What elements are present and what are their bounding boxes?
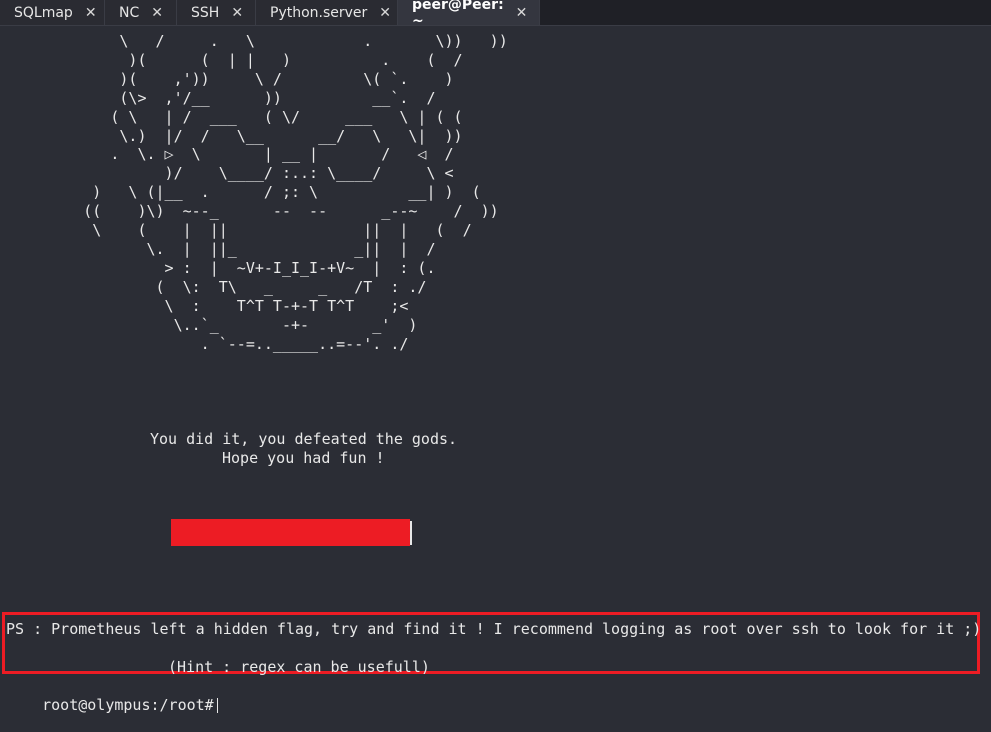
close-icon[interactable]: ✕: [231, 5, 243, 21]
tab-label: NC: [119, 4, 140, 21]
tab-label: peer@Peer: ~: [412, 0, 504, 29]
terminal-tab-bar: SQLmap ✕ NC ✕ SSH ✕ Python.server ✕ peer…: [0, 0, 991, 29]
prompt-text: root@olympus:/root#: [42, 696, 214, 714]
tab-nc[interactable]: NC ✕: [105, 0, 177, 25]
tab-peer[interactable]: peer@Peer: ~ ✕: [398, 0, 540, 29]
tab-label: Python.server: [270, 4, 368, 21]
shell-prompt[interactable]: root@olympus:/root#: [6, 678, 218, 732]
tab-sqlmap[interactable]: SQLmap ✕: [0, 0, 105, 25]
redacted-flag: [171, 519, 410, 546]
close-icon[interactable]: ✕: [85, 5, 97, 21]
ascii-art: \ / . \ . \)) )) )( ( | | ) . ( / )( ,')…: [83, 32, 508, 353]
ps-message: PS : Prometheus left a hidden flag, try …: [6, 620, 982, 638]
text-cursor: [216, 698, 218, 713]
terminal-output[interactable]: \ / . \ . \)) )) )( ( | | ) . ( / )( ,')…: [0, 26, 991, 714]
victory-message-2: Hope you had fun !: [222, 449, 385, 467]
tab-python-server[interactable]: Python.server ✕: [256, 0, 398, 25]
tab-label: SQLmap: [14, 4, 73, 21]
close-icon[interactable]: ✕: [516, 5, 528, 21]
victory-message: You did it, you defeated the gods.: [150, 430, 458, 448]
hint-message: (Hint : regex can be usefull): [168, 658, 430, 676]
tab-label: SSH: [191, 4, 220, 21]
tab-ssh[interactable]: SSH ✕: [177, 0, 256, 25]
text-cursor: [410, 521, 412, 545]
close-icon[interactable]: ✕: [151, 5, 163, 21]
close-icon[interactable]: ✕: [379, 5, 391, 21]
